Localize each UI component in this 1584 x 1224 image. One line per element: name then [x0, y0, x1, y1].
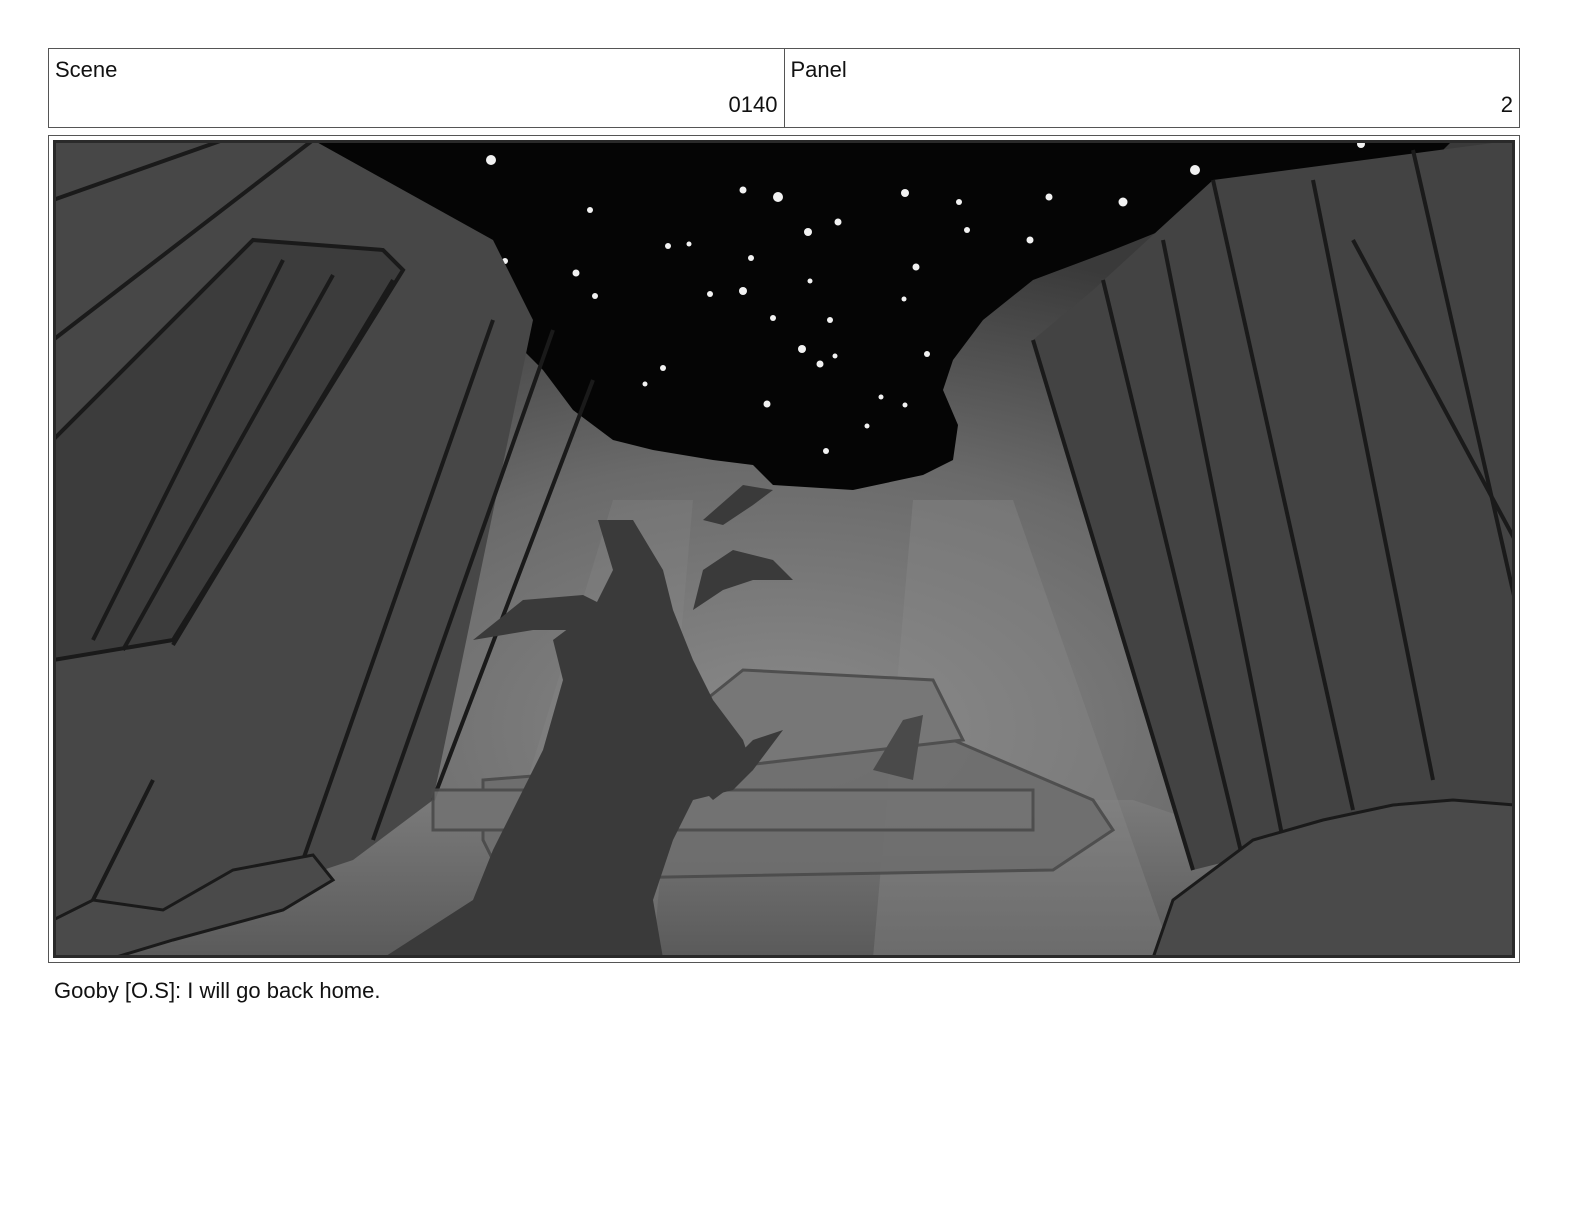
header-table: Scene 0140 Panel 2: [48, 48, 1520, 128]
scene-number: 0140: [728, 92, 778, 117]
scene-cell: Scene 0140: [49, 49, 784, 127]
panel-label: Panel: [790, 57, 847, 82]
dialogue-caption: Gooby [O.S]: I will go back home.: [54, 978, 381, 1003]
panel-number: 2: [1500, 92, 1513, 117]
scene-label: Scene: [55, 57, 118, 82]
storyboard-drawing: [53, 140, 1515, 958]
panel-cell: Panel 2: [783, 49, 1520, 127]
storyboard-panel: [48, 135, 1520, 963]
